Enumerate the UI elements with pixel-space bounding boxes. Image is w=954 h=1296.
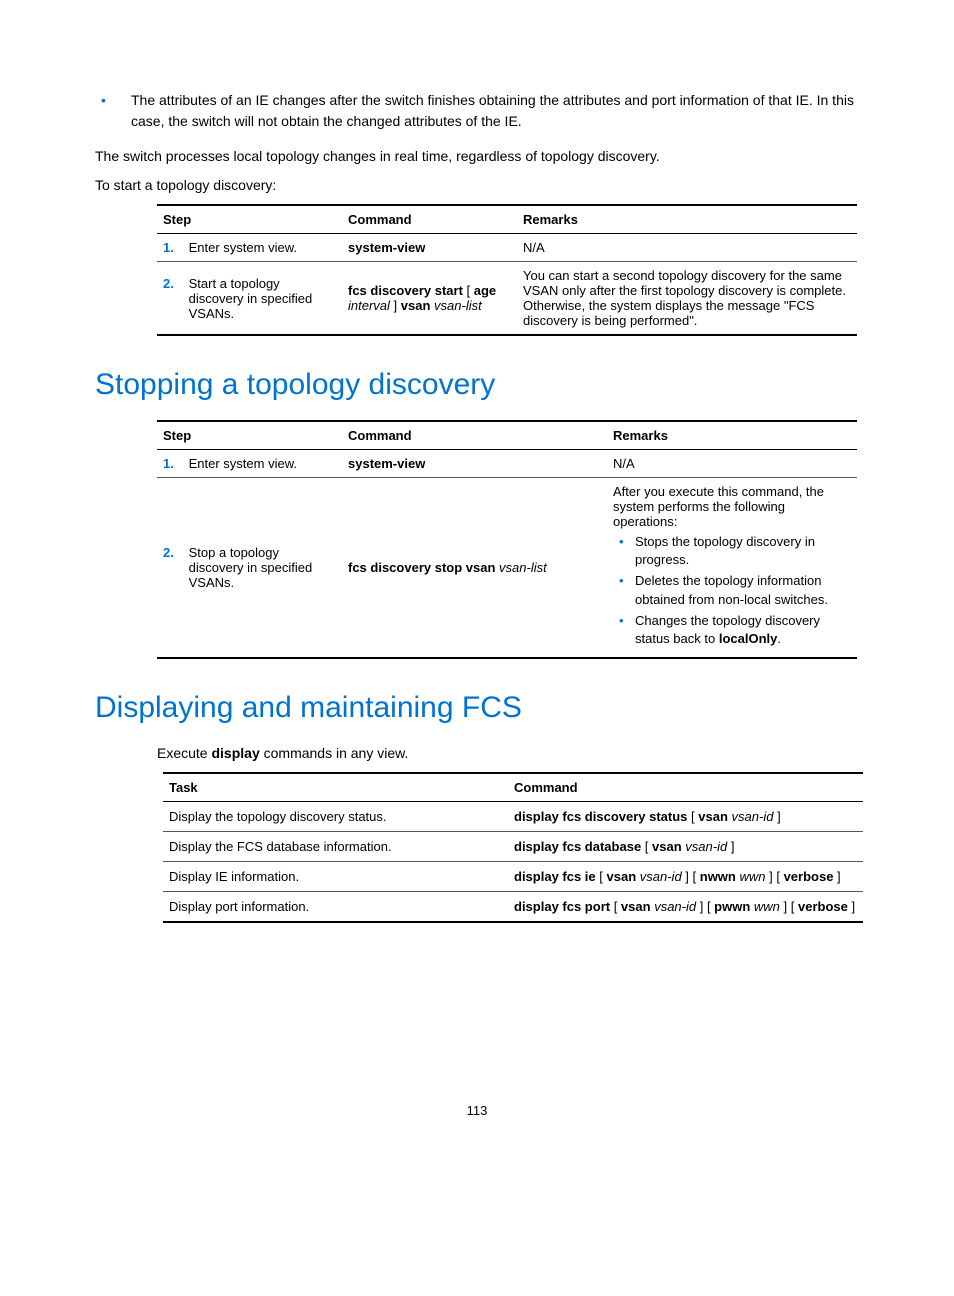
table-row: 1. Enter system view. system-view N/A xyxy=(157,450,857,478)
list-item: Changes the topology discovery status ba… xyxy=(613,612,851,648)
step-desc: Stop a topology discovery in specified V… xyxy=(189,545,329,590)
start-tbody: 1. Enter system view. system-view N/A 2.… xyxy=(157,234,857,336)
remarks-cell: After you execute this command, the syst… xyxy=(607,478,857,659)
display-commands-table: Task Command Display the topology discov… xyxy=(163,772,863,923)
table-row: 2. Stop a topology discovery in specifie… xyxy=(157,478,857,659)
table-row: Display IE information. display fcs ie [… xyxy=(163,862,863,892)
remarks-intro: After you execute this command, the syst… xyxy=(613,484,851,529)
step-number: 1. xyxy=(163,456,185,471)
step-number: 2. xyxy=(163,545,185,560)
remarks-cell: You can start a second topology discover… xyxy=(517,262,857,336)
col-command: Command xyxy=(342,421,607,450)
page-container: The attributes of an IE changes after th… xyxy=(0,0,954,1158)
command-cell: display fcs ie [ vsan vsan-id ] [ nwwn w… xyxy=(508,862,863,892)
intro-para-1: The switch processes local topology chan… xyxy=(95,146,859,167)
step-desc: Start a topology discovery in specified … xyxy=(189,276,329,321)
table-row: 1. Enter system view. system-view N/A xyxy=(157,234,857,262)
step-desc: Enter system view. xyxy=(189,240,297,255)
task-cell: Display the FCS database information. xyxy=(163,832,508,862)
step-number: 1. xyxy=(163,240,185,255)
stop-discovery-table: Step Command Remarks 1. Enter system vie… xyxy=(157,420,857,659)
command-cell: system-view xyxy=(342,234,517,262)
heading-stopping: Stopping a topology discovery xyxy=(95,368,859,402)
col-step: Step xyxy=(157,421,342,450)
col-remarks: Remarks xyxy=(607,421,857,450)
col-remarks: Remarks xyxy=(517,205,857,234)
col-command: Command xyxy=(342,205,517,234)
page-number: 113 xyxy=(95,1103,859,1118)
table-row: Display port information. display fcs po… xyxy=(163,892,863,923)
remarks-cell: N/A xyxy=(517,234,857,262)
start-discovery-table: Step Command Remarks 1. Enter system vie… xyxy=(157,204,857,336)
task-cell: Display IE information. xyxy=(163,862,508,892)
command-cell: display fcs port [ vsan vsan-id ] [ pwwn… xyxy=(508,892,863,923)
remarks-cell: N/A xyxy=(607,450,857,478)
list-item: Stops the topology discovery in progress… xyxy=(613,533,851,569)
remarks-list: Stops the topology discovery in progress… xyxy=(613,533,851,648)
step-number: 2. xyxy=(163,276,185,291)
command-cell: system-view xyxy=(342,450,607,478)
table-row: Display the topology discovery status. d… xyxy=(163,802,863,832)
command-cell: display fcs discovery status [ vsan vsan… xyxy=(508,802,863,832)
heading-displaying: Displaying and maintaining FCS xyxy=(95,691,859,725)
intro-bullet-list: The attributes of an IE changes after th… xyxy=(95,90,859,132)
col-step: Step xyxy=(157,205,342,234)
display-intro: Execute display commands in any view. xyxy=(157,743,859,764)
col-task: Task xyxy=(163,773,508,802)
task-cell: Display port information. xyxy=(163,892,508,923)
col-command: Command xyxy=(508,773,863,802)
task-cell: Display the topology discovery status. xyxy=(163,802,508,832)
table-row: 2. Start a topology discovery in specifi… xyxy=(157,262,857,336)
command-cell: fcs discovery start [ age interval ] vsa… xyxy=(342,262,517,336)
command-cell: fcs discovery stop vsan vsan-list xyxy=(342,478,607,659)
intro-para-2: To start a topology discovery: xyxy=(95,175,859,196)
step-desc: Enter system view. xyxy=(189,456,297,471)
list-item: Deletes the topology information obtaine… xyxy=(613,572,851,608)
command-cell: display fcs database [ vsan vsan-id ] xyxy=(508,832,863,862)
intro-bullet: The attributes of an IE changes after th… xyxy=(95,90,859,132)
table-row: Display the FCS database information. di… xyxy=(163,832,863,862)
